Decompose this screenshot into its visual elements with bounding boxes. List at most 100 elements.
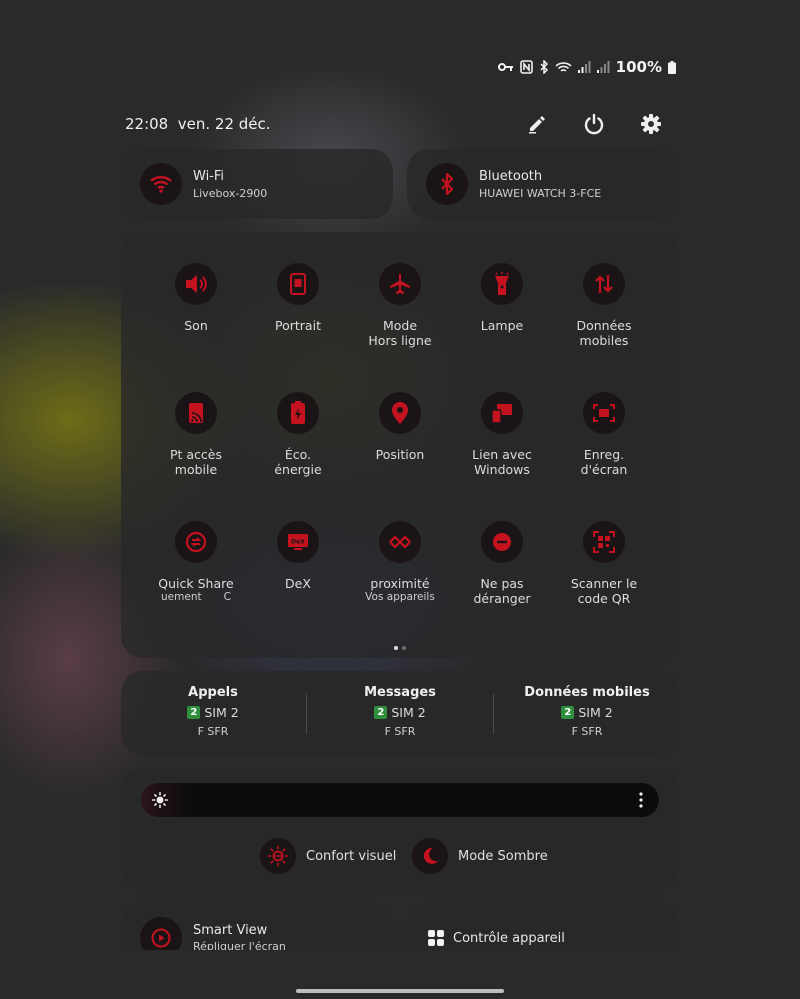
svg-text:DeX: DeX — [291, 539, 305, 546]
dark-mode-toggle[interactable]: Mode Sombre — [412, 838, 548, 874]
device-control-icon — [428, 930, 444, 946]
eye-comfort-label: Confort visuel — [306, 848, 397, 864]
quick-tile-label: Mode Hors ligne — [368, 318, 432, 348]
quick-tile-screen-record[interactable]: Enreg. d'écran — [553, 392, 655, 521]
quick-tile-label: Pt accès mobile — [169, 447, 223, 477]
wifi-network: Livebox-2900 — [193, 186, 268, 200]
location-pin-icon — [379, 392, 421, 434]
quick-tile-battery-saver[interactable]: Éco. énergie — [247, 392, 349, 521]
more-vertical-icon — [639, 792, 643, 808]
divider — [493, 694, 494, 734]
home-indicator[interactable] — [296, 989, 504, 993]
flashlight-icon — [481, 263, 523, 305]
smart-view-icon — [140, 917, 182, 950]
quick-tile-label: DeX — [285, 576, 311, 591]
screen-record-icon — [583, 392, 625, 434]
bluetooth-title: Bluetooth — [479, 168, 543, 184]
moon-icon — [412, 838, 448, 874]
mobile-data-icon — [583, 263, 625, 305]
link-windows-icon — [481, 392, 523, 434]
status-bar: 100% — [497, 58, 676, 76]
do-not-disturb-icon — [481, 521, 523, 563]
time: 22:08 — [125, 115, 169, 133]
power-icon — [584, 113, 604, 135]
quick-tile-label: Position — [375, 447, 425, 462]
brightness-slider[interactable] — [141, 783, 659, 817]
sim-badge: 2 — [187, 706, 201, 719]
brightness-more-button[interactable] — [637, 792, 645, 808]
quick-tile-label: Quick Share — [158, 576, 234, 591]
page-dot-active[interactable] — [394, 646, 398, 650]
quick-tile-hotspot[interactable]: Pt accès mobile — [145, 392, 247, 521]
dark-mode-label: Mode Sombre — [458, 848, 548, 864]
edit-button[interactable] — [525, 112, 549, 136]
quick-tile-flashlight[interactable]: Lampe — [451, 263, 553, 392]
wifi-title: Wi-Fi — [193, 168, 225, 184]
quick-tile-link-windows[interactable]: Lien avec Windows — [451, 392, 553, 521]
quick-tile-sublabel: Vos appareils — [365, 591, 435, 603]
quick-tile-airplane[interactable]: Mode Hors ligne — [349, 263, 451, 392]
sim-manager: Appels 2 SIM 2 F SFR Messages 2 SIM 2 F SF… — [121, 671, 679, 755]
gear-icon — [641, 114, 661, 134]
quick-tile-do-not-disturb[interactable]: Ne pas déranger — [451, 521, 553, 650]
quick-tile-mobile-data[interactable]: Données mobiles — [553, 263, 655, 392]
sim-mobile-data[interactable]: Données mobiles 2 SIM 2 F SFR — [502, 685, 672, 738]
airplane-icon — [379, 263, 421, 305]
sim-data-sim: SIM 2 — [578, 705, 613, 720]
quick-tile-qr-scan[interactable]: Scanner le code QR — [553, 521, 655, 650]
quick-tile-speaker[interactable]: Son — [145, 263, 247, 392]
qr-scan-icon — [583, 521, 625, 563]
device-control-tile[interactable]: Contrôle appareil — [407, 903, 679, 950]
sun-icon — [152, 792, 168, 808]
power-button[interactable] — [582, 112, 606, 136]
sim-calls[interactable]: Appels 2 SIM 2 F SFR — [128, 685, 298, 738]
quick-tile-label: proximité — [370, 576, 430, 591]
signal-sim1-icon — [577, 61, 591, 73]
quick-tile-nearby-share[interactable]: proximité Vos appareils — [349, 521, 451, 650]
wifi-status-icon — [555, 61, 572, 72]
quick-tile-label: Lampe — [480, 318, 524, 333]
portrait-icon — [277, 263, 319, 305]
battery-saver-icon — [277, 392, 319, 434]
bluetooth-tile[interactable]: Bluetooth HUAWEI WATCH 3-FCE — [407, 149, 679, 219]
page-dot[interactable] — [402, 646, 406, 650]
quick-tile-sublabel: uement C — [161, 591, 231, 603]
battery-percent: 100% — [615, 58, 662, 76]
quick-tile-sublabel-text: C — [223, 591, 231, 603]
quick-tile-label: Lien avec Windows — [472, 447, 532, 477]
smart-view-tile[interactable]: Smart View Répliquer l'écran — [121, 903, 393, 950]
sim-messages[interactable]: Messages 2 SIM 2 F SFR — [315, 685, 485, 738]
pencil-icon — [529, 116, 545, 134]
page-indicator — [121, 646, 679, 650]
sim-calls-sim: SIM 2 — [204, 705, 239, 720]
bluetooth-icon — [426, 163, 468, 205]
wifi-icon — [140, 163, 182, 205]
quick-tile-dex[interactable]: DeX DeX — [247, 521, 349, 650]
smart-view-subtitle: Répliquer l'écran — [193, 940, 286, 950]
display-panel: Confort visuel Mode Sombre — [121, 768, 679, 889]
eye-comfort-icon — [260, 838, 296, 874]
sim-data-carrier: F SFR — [571, 725, 603, 738]
sim-messages-carrier: F SFR — [384, 725, 416, 738]
divider — [306, 694, 307, 734]
settings-button[interactable] — [639, 112, 663, 136]
date: ven. 22 déc. — [177, 115, 271, 133]
quick-tile-label: Son — [184, 318, 208, 333]
quick-tile-quick-share[interactable]: Quick Share uement C — [145, 521, 247, 650]
sim-messages-sim: SIM 2 — [391, 705, 426, 720]
quick-tile-label: Portrait — [275, 318, 321, 333]
quick-tile-portrait[interactable]: Portrait — [247, 263, 349, 392]
sim-messages-title: Messages — [364, 685, 436, 700]
smart-view-title: Smart View — [193, 923, 268, 938]
eye-comfort-toggle[interactable]: Confort visuel — [260, 838, 396, 874]
hotspot-icon — [175, 392, 217, 434]
bluetooth-status-icon — [540, 60, 548, 74]
sim-calls-title: Appels — [188, 685, 238, 700]
quick-tile-sublabel-text: uement — [161, 591, 202, 603]
vpn-key-icon — [497, 63, 513, 71]
bluetooth-device: HUAWEI WATCH 3-FCE — [479, 186, 602, 200]
wifi-tile[interactable]: Wi-Fi Livebox-2900 — [121, 149, 393, 219]
quick-tile-location-pin[interactable]: Position — [349, 392, 451, 521]
quick-share-icon — [175, 521, 217, 563]
sim-badge: 2 — [374, 706, 388, 719]
